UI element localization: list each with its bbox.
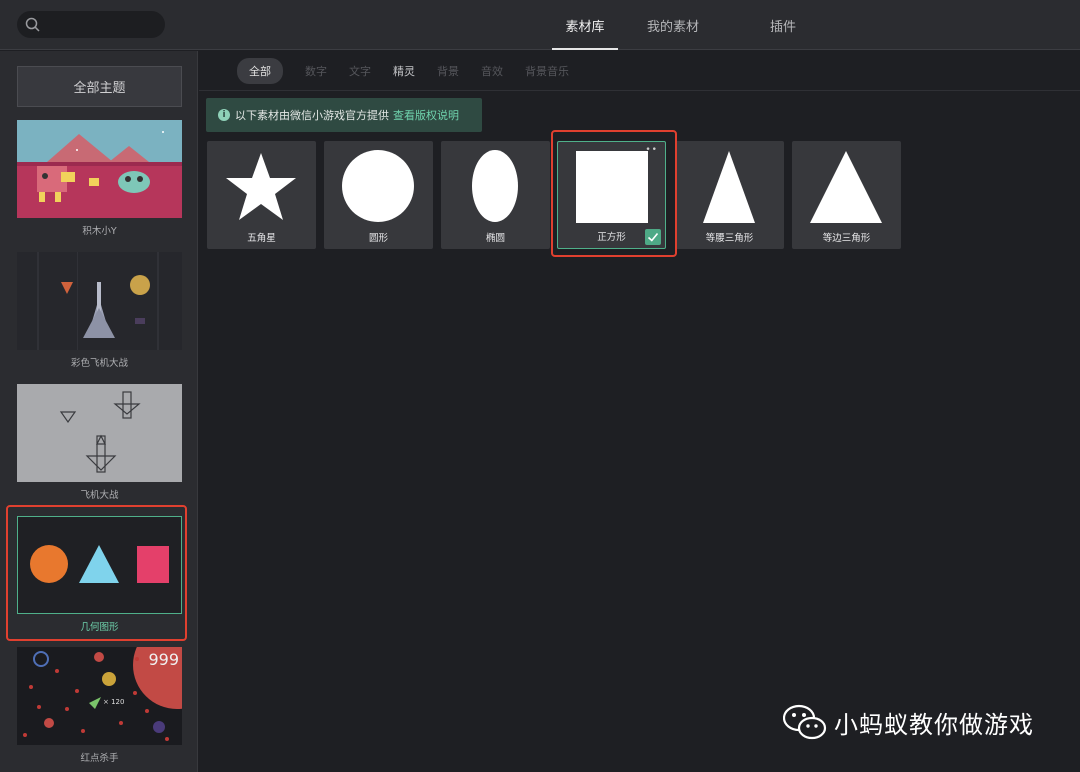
theme-label: 积木小Y xyxy=(82,226,117,237)
score-text: 999 xyxy=(148,650,179,669)
material-card-star[interactable]: 五角星 xyxy=(207,141,316,249)
wechat-icon xyxy=(783,704,827,740)
theme-jimu-xiaoy[interactable]: 积木小Y xyxy=(17,120,182,237)
watermark-text: 小蚂蚁教你做游戏 xyxy=(834,710,1034,739)
filter-sound-effects[interactable]: 音效 xyxy=(481,63,503,79)
tab-material-library[interactable]: 素材库 xyxy=(552,0,618,50)
theme-sidebar: 全部主题 积木小Y 彩色飞机大战 飞机大战 几何图形 999 × 120 红点杀… xyxy=(0,51,198,772)
theme-label: 飞机大战 xyxy=(80,490,119,501)
material-card-circle[interactable]: 圆形 xyxy=(324,141,433,249)
material-card-equilateral-triangle[interactable]: 等边三角形 xyxy=(792,141,901,249)
material-label: 圆形 xyxy=(368,233,388,244)
filter-bgm[interactable]: 背景音乐 xyxy=(525,63,569,79)
material-label: 椭圆 xyxy=(485,233,505,244)
tab-my-materials[interactable]: 我的素材 xyxy=(618,0,728,50)
checkmark-icon[interactable] xyxy=(645,229,661,245)
copyright-notice: i 以下素材由微信小游戏官方提供 查看版权说明 xyxy=(206,98,482,132)
filter-all[interactable]: 全部 xyxy=(237,57,283,84)
divider xyxy=(199,90,1080,91)
theme-thumbnail: 999 × 120 xyxy=(17,647,182,745)
material-label: 等腰三角形 xyxy=(705,233,754,244)
theme-color-plane-war[interactable]: 彩色飞机大战 xyxy=(17,252,182,369)
search-input[interactable] xyxy=(17,11,165,38)
material-card-ellipse[interactable]: 椭圆 xyxy=(441,141,550,249)
material-card-square[interactable]: •• 正方形 xyxy=(557,141,666,249)
theme-label: 彩色飞机大战 xyxy=(70,358,128,369)
theme-thumbnail xyxy=(17,252,182,350)
info-icon: i xyxy=(218,109,230,121)
theme-thumbnail xyxy=(17,516,182,614)
theme-label: 红点杀手 xyxy=(80,753,119,764)
material-label: 五角星 xyxy=(247,233,276,244)
theme-thumbnail xyxy=(17,120,182,218)
filter-text[interactable]: 文字 xyxy=(349,63,371,79)
material-label: 等边三角形 xyxy=(822,233,871,244)
all-themes-button[interactable]: 全部主题 xyxy=(17,66,182,107)
filter-sprites[interactable]: 精灵 xyxy=(393,63,415,79)
multiplier-text: × 120 xyxy=(103,698,125,706)
category-filters: 全部 数字 文字 精灵 背景 音效 背景音乐 xyxy=(237,57,591,84)
more-options-icon[interactable]: •• xyxy=(645,145,658,155)
top-bar: 素材库 我的素材 插件 xyxy=(0,0,1080,50)
theme-label: 几何图形 xyxy=(80,622,119,633)
theme-thumbnail xyxy=(17,384,182,482)
notice-text: 以下素材由微信小游戏官方提供 xyxy=(235,109,389,122)
theme-red-dot-killer[interactable]: 999 × 120 红点杀手 xyxy=(17,647,182,764)
copyright-link[interactable]: 查看版权说明 xyxy=(393,107,459,123)
tab-plugins[interactable]: 插件 xyxy=(728,0,838,50)
search-icon xyxy=(25,17,40,32)
filter-backgrounds[interactable]: 背景 xyxy=(437,63,459,79)
theme-geometric-shapes[interactable]: 几何图形 xyxy=(17,516,182,633)
filter-numbers[interactable]: 数字 xyxy=(305,63,327,79)
theme-plane-war[interactable]: 飞机大战 xyxy=(17,384,182,501)
material-card-isosceles-triangle[interactable]: 等腰三角形 xyxy=(675,141,784,249)
watermark: 小蚂蚁教你做游戏 xyxy=(783,703,1034,741)
